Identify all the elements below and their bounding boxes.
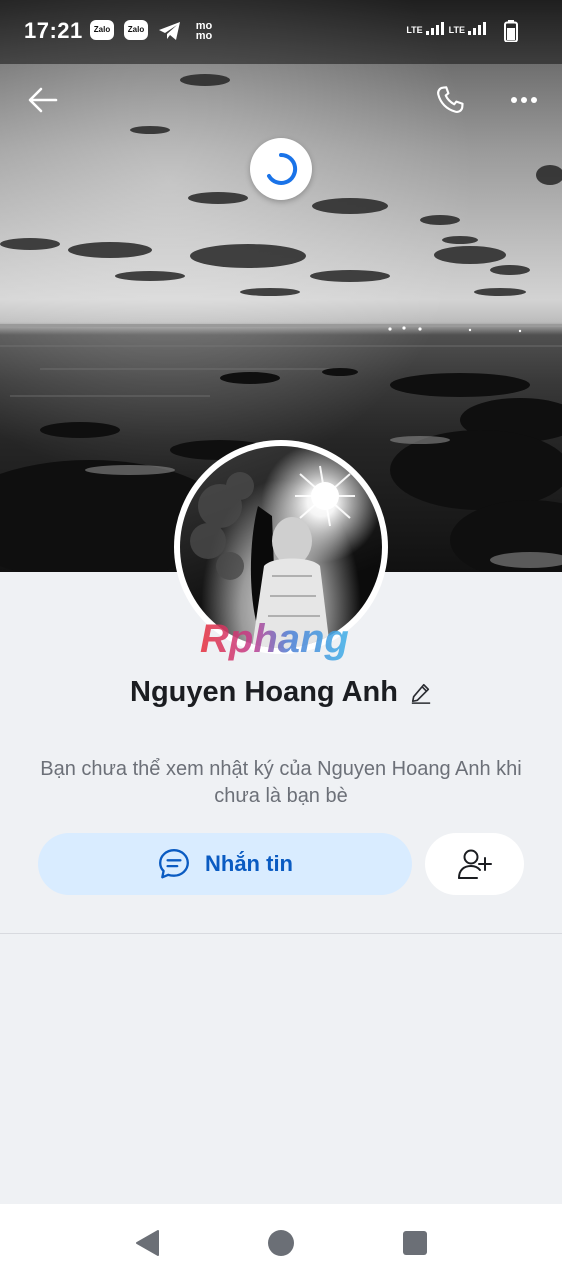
message-button[interactable]: Nhắn tin xyxy=(38,833,412,895)
signal-icon xyxy=(468,22,486,35)
nav-home-icon xyxy=(268,1230,294,1256)
section-divider xyxy=(0,933,562,934)
diary-privacy-notice: Bạn chưa thể xem nhật ký của Nguyen Hoan… xyxy=(40,758,522,807)
svg-text:Rphang: Rphang xyxy=(200,617,349,661)
add-user-icon xyxy=(457,849,492,879)
system-navigation-bar xyxy=(0,1204,562,1280)
phone-icon xyxy=(437,86,464,113)
arrow-left-icon xyxy=(28,87,58,113)
profile-screen: 17:21 Zalo Zalo mo mo LTE LTE Rphang Ngu… xyxy=(0,0,562,1280)
status-time: 17:21 xyxy=(24,18,83,43)
profile-name: Nguyen Hoang Anh xyxy=(130,676,398,708)
nav-recents-icon xyxy=(403,1231,427,1255)
nav-back-button[interactable] xyxy=(132,1228,162,1258)
loading-spinner-icon xyxy=(267,152,298,185)
message-button-label: Nhắn tin xyxy=(205,851,293,876)
more-horizontal-icon xyxy=(511,97,537,103)
edit-name-button[interactable] xyxy=(410,682,432,704)
network-type-2: LTE xyxy=(448,25,465,35)
loading-indicator xyxy=(250,138,312,200)
status-bar: 17:21 Zalo Zalo mo mo LTE LTE xyxy=(0,0,562,64)
add-friend-button[interactable] xyxy=(425,833,524,895)
zalo-icon: Zalo xyxy=(124,20,148,40)
nav-home-button[interactable] xyxy=(266,1228,296,1258)
network-type-1: LTE xyxy=(406,25,423,35)
zalo-label: Zalo xyxy=(127,25,145,34)
call-button[interactable] xyxy=(428,80,472,120)
profile-name-row: Nguyen Hoang Anh xyxy=(0,676,562,709)
pencil-icon xyxy=(411,683,431,704)
network-indicators: LTE LTE xyxy=(406,22,488,35)
zalo-label: Zalo xyxy=(93,25,111,34)
chat-bubble-icon xyxy=(159,849,189,879)
telegram-icon xyxy=(158,21,182,43)
zalo-icon: Zalo xyxy=(90,20,114,40)
watermark-logo: Rphang xyxy=(196,614,366,664)
signal-icon xyxy=(425,22,444,35)
back-button[interactable] xyxy=(21,80,65,120)
nav-recents-button[interactable] xyxy=(400,1228,430,1258)
more-options-button[interactable] xyxy=(502,80,546,120)
momo-icon: mo mo xyxy=(195,20,213,42)
nav-back-icon xyxy=(136,1230,159,1256)
battery-icon xyxy=(504,20,518,47)
